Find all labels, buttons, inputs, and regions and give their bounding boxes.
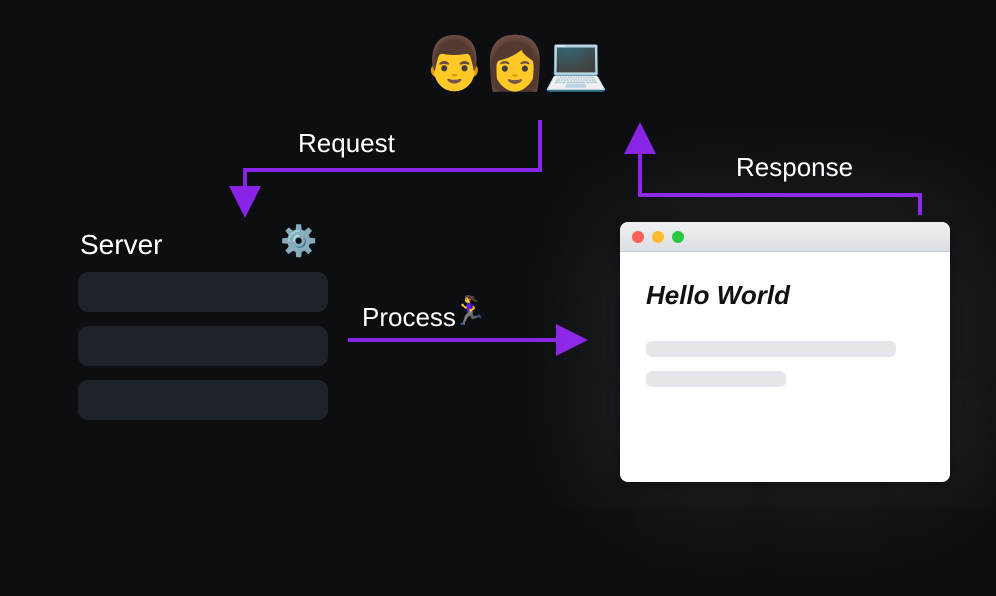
browser-window: Hello World	[620, 222, 950, 482]
server-row	[78, 272, 328, 312]
traffic-light-yellow-icon	[652, 231, 664, 243]
traffic-light-red-icon	[632, 231, 644, 243]
label-process: Process	[362, 302, 456, 333]
woman-icon: 👩	[483, 38, 544, 90]
gear-icon: ⚙️	[280, 224, 317, 259]
label-response: Response	[736, 152, 853, 183]
browser-titlebar	[620, 222, 950, 252]
runner-icon: 🏃‍♀️	[452, 294, 487, 327]
placeholder-line	[646, 341, 896, 357]
label-server: Server	[80, 229, 162, 261]
man-icon: 👨	[422, 38, 483, 90]
label-request: Request	[298, 128, 395, 159]
placeholder-line	[646, 371, 786, 387]
server-row	[78, 326, 328, 366]
browser-heading: Hello World	[646, 280, 924, 311]
users-row: 👨👩💻	[422, 38, 604, 90]
traffic-light-green-icon	[672, 231, 684, 243]
laptop-icon: 💻	[544, 38, 605, 90]
diagram-stage: 👨👩💻 Request Response Process Server ⚙️ 🏃…	[0, 0, 996, 596]
browser-body: Hello World	[620, 252, 950, 387]
server-row	[78, 380, 328, 420]
